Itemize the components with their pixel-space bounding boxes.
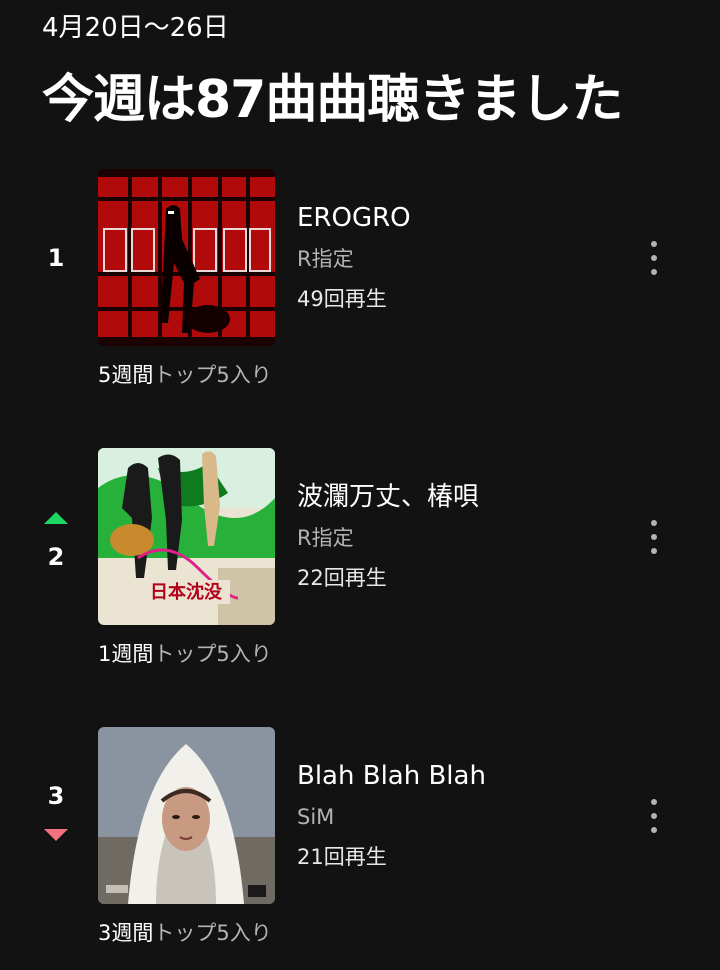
rank-indicator: 3 xyxy=(34,727,78,905)
more-dot-icon xyxy=(651,534,657,540)
more-dot-icon xyxy=(651,269,657,275)
more-options-button[interactable] xyxy=(634,514,674,560)
weeks-suffix: トップ5入り xyxy=(153,921,272,945)
play-count: 49回再生 xyxy=(297,287,387,311)
track-title[interactable]: EROGRO xyxy=(297,201,411,235)
weeks-suffix: トップ5入り xyxy=(153,642,272,666)
trend-up-icon xyxy=(44,512,68,524)
rank-number: 3 xyxy=(47,782,65,810)
track-artist[interactable]: SiM xyxy=(297,803,334,831)
weeks-in-top5: 5週間トップ5入り xyxy=(98,361,272,389)
page-title: 今週は87曲曲聴きました xyxy=(42,70,623,130)
play-count: 22回再生 xyxy=(297,566,387,590)
rank-number: 2 xyxy=(47,543,65,571)
more-dot-icon xyxy=(651,255,657,261)
trend-down-icon xyxy=(44,829,68,841)
chart-entry-2[interactable]: 2 日本沈没 波瀾万丈、椿唄 R指定 22回再生 1週間トップ5入り xyxy=(0,448,720,678)
more-dot-icon xyxy=(651,813,657,819)
more-options-button[interactable] xyxy=(634,793,674,839)
weeks-count: 5週間 xyxy=(98,363,154,387)
weeks-suffix: トップ5入り xyxy=(153,363,272,387)
track-artist[interactable]: R指定 xyxy=(297,245,354,273)
track-title[interactable]: Blah Blah Blah xyxy=(297,759,486,793)
date-range: 4月20日〜26日 xyxy=(42,13,229,43)
chart-entry-3[interactable]: 3 Blah Blah Blah SiM 21回再生 3週間トップ5入り xyxy=(0,727,720,957)
more-dot-icon xyxy=(651,799,657,805)
album-cover-blah-blah-blah[interactable] xyxy=(98,727,275,904)
track-title[interactable]: 波瀾万丈、椿唄 xyxy=(297,480,479,514)
weeks-count: 3週間 xyxy=(98,921,154,945)
chart-entry-1[interactable]: 1 EROGRO R指定 49回再生 5週間トップ5入り xyxy=(0,169,720,399)
rank-indicator: 2 xyxy=(34,448,78,626)
album-cover-nihon-chinbotsu[interactable]: 日本沈没 xyxy=(98,448,275,625)
cover-title-text: 日本沈没 xyxy=(150,581,223,603)
more-options-button[interactable] xyxy=(634,235,674,281)
weeks-count: 1週間 xyxy=(98,642,154,666)
rank-indicator: 1 xyxy=(34,169,78,347)
more-dot-icon xyxy=(651,241,657,247)
more-dot-icon xyxy=(651,548,657,554)
track-artist[interactable]: R指定 xyxy=(297,524,354,552)
play-count: 21回再生 xyxy=(297,845,387,869)
more-dot-icon xyxy=(651,827,657,833)
album-cover-erogro[interactable] xyxy=(98,169,275,346)
weeks-in-top5: 3週間トップ5入り xyxy=(98,919,272,947)
rank-number: 1 xyxy=(47,244,65,272)
weeks-in-top5: 1週間トップ5入り xyxy=(98,640,272,668)
more-dot-icon xyxy=(651,520,657,526)
